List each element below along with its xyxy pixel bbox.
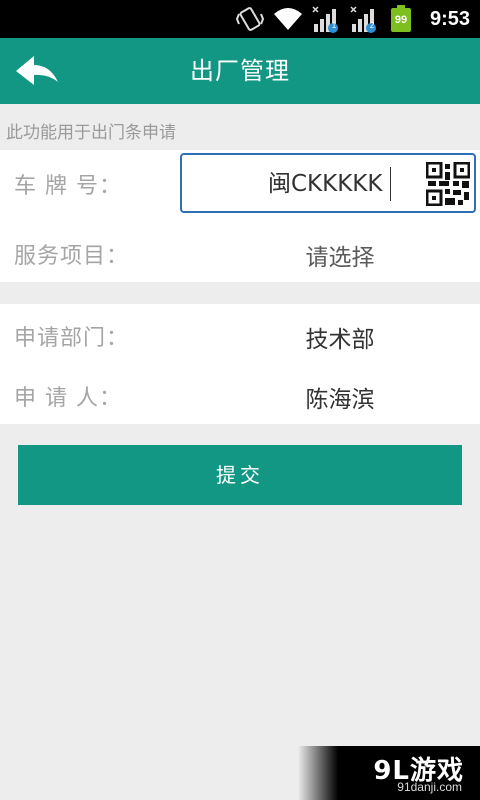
status-time: 9:53: [429, 8, 470, 30]
plate-label: 车 牌 号：: [14, 174, 122, 199]
applicant-label: 申 请 人：: [14, 386, 122, 411]
service-label: 服务项目：: [14, 244, 130, 269]
sim2-badge: 2: [369, 21, 375, 30]
watermark-url: 91danji.com: [397, 780, 462, 794]
service-select[interactable]: 请选择: [200, 238, 480, 272]
plate-input-field[interactable]: 闽CKKKKK: [180, 153, 476, 213]
sim1-badge: 1: [331, 21, 337, 30]
title-bar: 出厂管理: [0, 38, 480, 104]
qr-scan-icon[interactable]: [426, 162, 470, 206]
status-bar: 1 2 99 9:53: [0, 0, 480, 38]
page-title: 出厂管理: [190, 57, 290, 85]
watermark: 9L游戏 91danji.com: [298, 746, 480, 800]
text-caret: [390, 167, 391, 201]
applicant-panel: 申请部门： 技术部 申 请 人： 陈海滨: [0, 304, 480, 424]
wifi-icon: [274, 8, 302, 30]
applicant-value[interactable]: 陈海滨: [200, 380, 480, 414]
battery-icon: 99: [391, 5, 411, 32]
dept-label: 申请部门：: [14, 326, 130, 351]
dept-value[interactable]: 技术部: [200, 320, 480, 354]
form-hint: 此功能用于出门条申请: [6, 123, 176, 143]
plate-input[interactable]: 闽CKKKKK: [268, 167, 382, 201]
vibrate-icon: [236, 7, 264, 31]
submit-button[interactable]: 提交: [18, 445, 462, 505]
